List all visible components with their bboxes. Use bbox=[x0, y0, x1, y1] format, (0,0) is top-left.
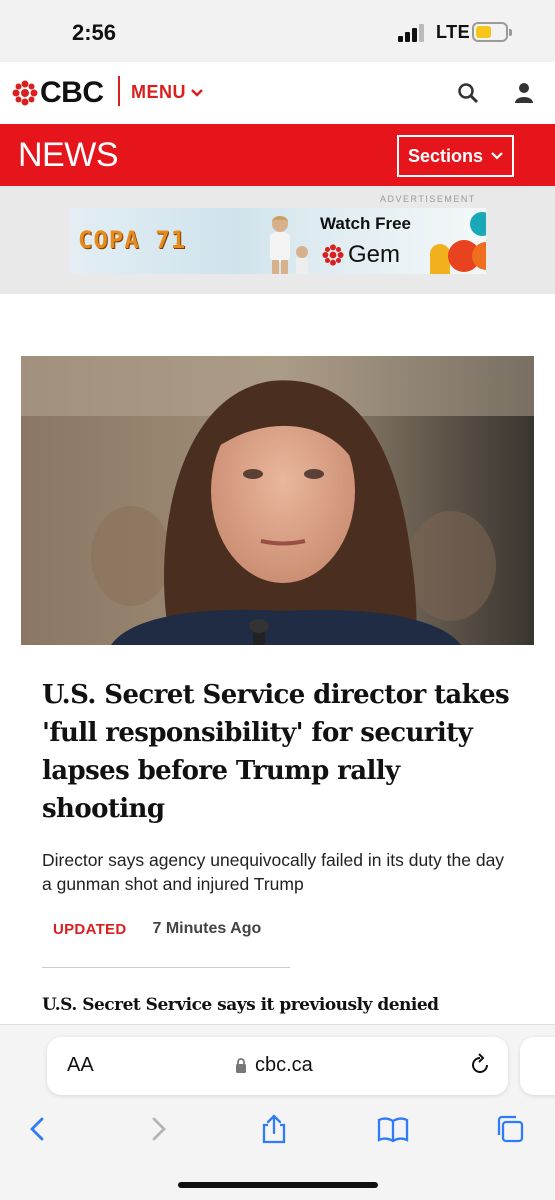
article-photo bbox=[21, 356, 534, 645]
signal-icon bbox=[398, 24, 428, 42]
news-bar: NEWS Sections bbox=[0, 124, 555, 186]
menu-label: MENU bbox=[131, 82, 186, 102]
home-indicator[interactable] bbox=[178, 1182, 378, 1188]
chevron-down-icon bbox=[191, 88, 203, 97]
status-time: 2:56 bbox=[72, 20, 117, 45]
cbc-logo[interactable]: CBC bbox=[12, 76, 104, 110]
ad-label: ADVERTISEMENT bbox=[380, 194, 476, 204]
browser-toolbar: AA cbc.ca bbox=[0, 1024, 555, 1200]
chevron-down-icon bbox=[491, 152, 503, 160]
ad-gem-logo: Gem bbox=[322, 241, 400, 269]
article-headline[interactable]: U.S. Secret Service director takes 'full… bbox=[42, 676, 512, 828]
article-image[interactable] bbox=[21, 356, 534, 645]
cbc-gem-icon bbox=[322, 244, 344, 266]
header-divider bbox=[118, 76, 120, 106]
back-icon[interactable] bbox=[22, 1113, 54, 1145]
url-field[interactable]: cbc.ca bbox=[235, 1054, 313, 1077]
article-timestamp: 7 Minutes Ago bbox=[152, 920, 262, 937]
news-title[interactable]: NEWS bbox=[18, 136, 119, 175]
user-icon[interactable] bbox=[512, 80, 536, 104]
status-badge: UPDATED bbox=[53, 920, 127, 938]
site-header: CBC MENU bbox=[0, 62, 555, 124]
search-icon[interactable] bbox=[456, 81, 480, 105]
bookmarks-icon[interactable] bbox=[377, 1113, 409, 1145]
sections-button[interactable]: Sections bbox=[397, 135, 514, 177]
ad-cta: Watch Free bbox=[320, 214, 412, 233]
ad-area: ADVERTISEMENT COPA 71 Watch Free Gem bbox=[0, 186, 555, 294]
lock-icon bbox=[236, 1058, 246, 1073]
article-meta: UPDATED 7 Minutes Ago bbox=[53, 920, 261, 938]
cbc-wordmark: CBC bbox=[40, 76, 104, 109]
url-text: cbc.ca bbox=[255, 1054, 313, 1076]
text-size-button[interactable]: AA bbox=[67, 1054, 94, 1077]
divider bbox=[42, 967, 290, 968]
forward-icon[interactable] bbox=[142, 1113, 174, 1145]
share-icon[interactable] bbox=[258, 1113, 290, 1145]
address-bar[interactable]: AA cbc.ca bbox=[47, 1037, 508, 1095]
status-bar: 2:56 LTE bbox=[0, 0, 555, 62]
ad-shapes-graphic bbox=[430, 212, 486, 274]
ad-figure-image bbox=[270, 216, 308, 274]
sections-label: Sections bbox=[407, 145, 484, 166]
ad-banner[interactable]: COPA 71 Watch Free Gem bbox=[70, 208, 486, 274]
article-deck: Director says agency unequivocally faile… bbox=[42, 850, 505, 894]
reload-icon[interactable] bbox=[468, 1053, 492, 1077]
tabs-icon[interactable] bbox=[494, 1113, 526, 1145]
ad-copa-title: COPA 71 bbox=[78, 226, 187, 254]
network-label: LTE bbox=[436, 22, 471, 42]
battery-icon bbox=[472, 22, 512, 42]
next-story-headline[interactable]: U.S. Secret Service says it previously d… bbox=[42, 995, 439, 1015]
ad-brand: Gem bbox=[348, 241, 401, 268]
next-tab-preview[interactable] bbox=[520, 1037, 555, 1095]
cbc-gem-icon bbox=[12, 80, 38, 106]
menu-button[interactable]: MENU bbox=[131, 82, 204, 103]
